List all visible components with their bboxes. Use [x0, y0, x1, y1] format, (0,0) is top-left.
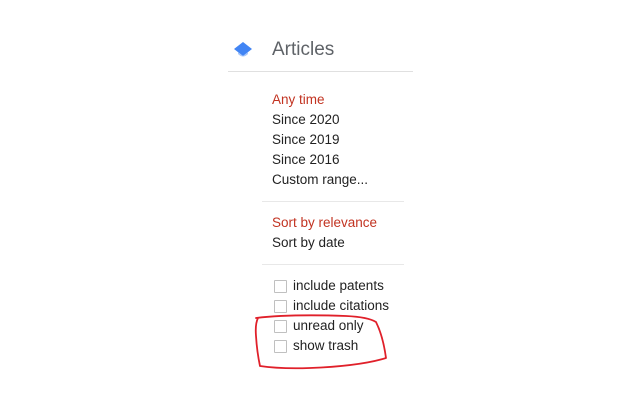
time-since-2016[interactable]: Since 2016 [272, 150, 402, 170]
time-since-2019[interactable]: Since 2019 [272, 130, 402, 150]
time-since-2020[interactable]: Since 2020 [272, 110, 402, 130]
time-custom-range[interactable]: Custom range... [272, 170, 402, 190]
sidebar-header: Articles [228, 34, 413, 72]
sort-by-date[interactable]: Sort by date [272, 233, 402, 253]
section-divider [262, 264, 404, 265]
scholar-sidebar-page: Articles Any time Since 2020 Since 2019 … [0, 0, 640, 400]
articles-logo-icon [234, 42, 252, 57]
sort-list: Sort by relevance Sort by date [272, 213, 402, 253]
time-filter-list: Any time Since 2020 Since 2019 Since 201… [272, 90, 402, 190]
unread-only-checkbox[interactable] [274, 320, 287, 333]
include-patents-checkbox[interactable] [274, 280, 287, 293]
show-trash-label: show trash [293, 338, 359, 353]
show-trash-checkbox[interactable] [274, 340, 287, 353]
include-citations-label: include citations [293, 298, 390, 313]
section-divider [262, 201, 404, 202]
time-any-time[interactable]: Any time [272, 90, 402, 110]
sort-by-relevance[interactable]: Sort by relevance [272, 213, 402, 233]
unread-only-label: unread only [293, 318, 364, 333]
include-patents-label: include patents [293, 278, 384, 293]
page-title: Articles [272, 39, 335, 60]
include-citations-checkbox[interactable] [274, 300, 287, 313]
